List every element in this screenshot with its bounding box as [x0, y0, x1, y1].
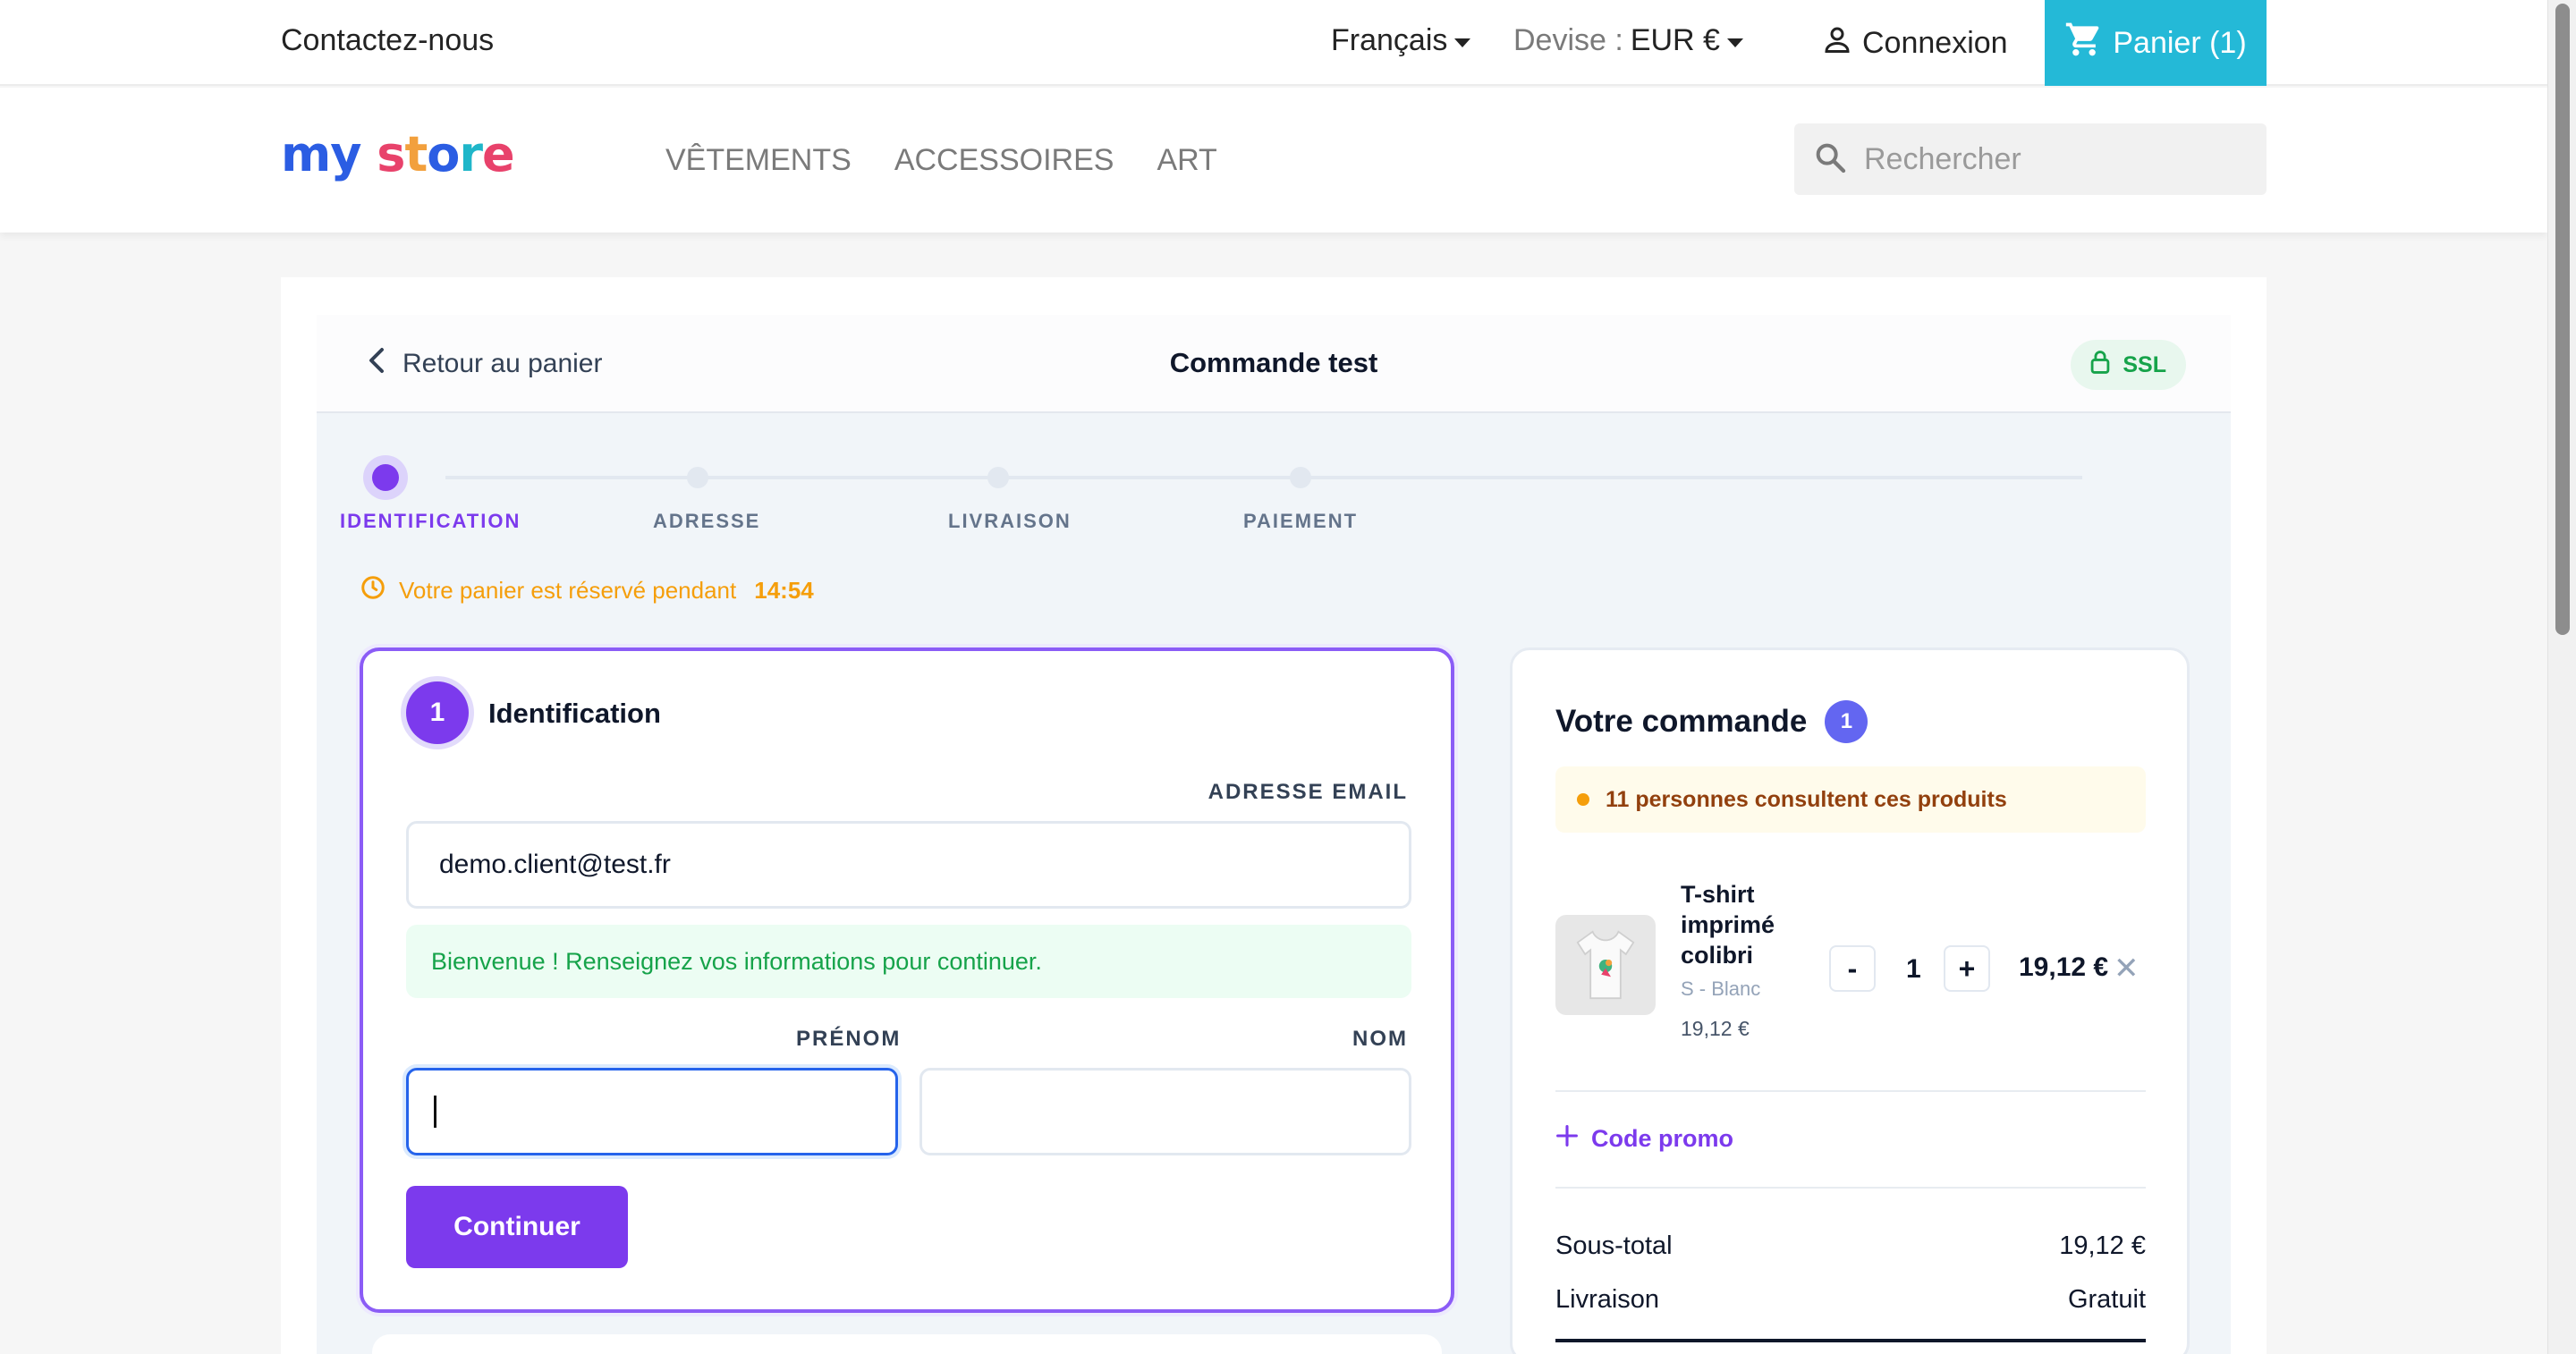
shipping-label: Livraison [1555, 1285, 1660, 1314]
subtotal-value: 19,12 € [2059, 1231, 2146, 1260]
next-section-card [372, 1334, 1442, 1354]
step-identification: IDENTIFICATION [340, 510, 521, 532]
email-field[interactable]: demo.client@test.fr [406, 821, 1411, 909]
vertical-scrollbar[interactable] [2547, 0, 2576, 1354]
close-icon[interactable]: ✕ [2114, 951, 2140, 986]
search-placeholder: Rechercher [1864, 141, 2021, 176]
firstname-field[interactable] [406, 1068, 898, 1155]
welcome-message: Bienvenue ! Renseignez vos informations … [406, 925, 1411, 998]
promo-code-link[interactable]: Code promo [1555, 1124, 1733, 1154]
product-thumbnail[interactable] [1555, 915, 1656, 1015]
caret-down-icon [1454, 38, 1471, 47]
viewers-notice: 11 personnes consultent ces produits [1555, 766, 2146, 833]
plus-icon [1555, 1124, 1579, 1154]
ssl-label: SSL [2123, 351, 2166, 377]
order-title: Votre commande 1 [1555, 700, 1868, 743]
step-dot-delivery [987, 467, 1009, 488]
quantity-increase-button[interactable]: + [1944, 945, 1990, 992]
nav-item-art[interactable]: ART [1157, 143, 1216, 178]
scrollbar-thumb[interactable] [2555, 4, 2570, 635]
search-input[interactable]: Rechercher [1794, 123, 2267, 195]
order-summary-card: Votre commande 1 11 personnes consultent… [1510, 647, 2190, 1354]
email-label: ADRESSE EMAIL [1208, 780, 1408, 804]
step-delivery: LIVRAISON [948, 510, 1072, 532]
viewers-text: 11 personnes consultent ces produits [1606, 786, 2007, 812]
line-total: 19,12 € [2019, 952, 2109, 982]
email-value: demo.client@test.fr [439, 850, 671, 879]
search-icon [1812, 140, 1848, 180]
product-name[interactable]: T-shirt imprimé colibri [1681, 879, 1815, 970]
total-divider [1555, 1339, 2146, 1342]
timer-text: Votre panier est réservé pendant [399, 577, 737, 604]
identification-title: Identification [488, 698, 661, 729]
login-link[interactable]: Connexion [1821, 23, 2008, 63]
tshirt-icon [1576, 930, 1635, 1000]
clock-icon [360, 574, 386, 607]
shipping-row: Livraison Gratuit [1555, 1285, 2146, 1315]
site-header: my store VÊTEMENTS ACCESSOIRES ART Reche… [0, 88, 2547, 233]
quantity-value: 1 [1906, 954, 1921, 984]
checkout-title: Commande test [1169, 347, 1378, 378]
order-count-badge: 1 [1825, 700, 1868, 743]
step-dot-identification [372, 464, 399, 491]
language-label: Français [1331, 23, 1448, 57]
product-variant: S - Blanc [1681, 977, 1761, 1000]
top-bar: Contactez-nous Français Devise : EUR € C… [0, 0, 2547, 86]
subtotal-row: Sous-total 19,12 € [1555, 1231, 2146, 1261]
continue-button[interactable]: Continuer [406, 1186, 628, 1268]
cart-label: Panier (1) [2113, 25, 2247, 60]
checkout-panel: Retour au panier Commande test SSL IDENT… [317, 315, 2231, 1354]
contact-link[interactable]: Contactez-nous [281, 23, 494, 58]
currency-value: EUR € [1630, 23, 1720, 57]
ssl-badge: SSL [2071, 340, 2186, 390]
cart-button[interactable]: Panier (1) [2045, 0, 2267, 86]
text-cursor [434, 1096, 436, 1128]
store-logo[interactable]: my store [281, 131, 515, 179]
dot-icon [1577, 793, 1589, 806]
step-dot-payment [1290, 467, 1311, 488]
cart-icon [2064, 20, 2104, 67]
user-icon [1821, 23, 1853, 63]
quantity-decrease-button[interactable]: - [1829, 945, 1876, 992]
currency-selector[interactable]: Devise : EUR € [1513, 23, 1743, 58]
checkout-steps: IDENTIFICATION ADRESSE LIVRAISON PAIEMEN… [317, 413, 2231, 532]
step-payment: PAIEMENT [1243, 510, 1359, 532]
order-title-text: Votre commande [1555, 704, 1808, 739]
step-dot-address [687, 467, 708, 488]
promo-label: Code promo [1591, 1125, 1733, 1152]
lock-icon [2089, 350, 2112, 381]
firstname-label: PRÉNOM [796, 1027, 902, 1051]
shipping-value: Gratuit [2067, 1285, 2146, 1314]
step-address: ADRESSE [653, 510, 761, 532]
divider [1555, 1187, 2146, 1189]
checkout-header: Retour au panier Commande test SSL [317, 315, 2231, 413]
timer-value: 14:54 [754, 577, 814, 604]
nav-item-accessories[interactable]: ACCESSOIRES [894, 143, 1114, 178]
cart-timer: Votre panier est réservé pendant 14:54 [360, 574, 814, 607]
currency-label: Devise : [1513, 23, 1623, 57]
nav-item-clothes[interactable]: VÊTEMENTS [665, 143, 852, 178]
step-number-badge: 1 [406, 681, 469, 744]
product-unit-price: 19,12 € [1681, 1017, 1750, 1040]
page: Contactez-nous Français Devise : EUR € C… [0, 0, 2547, 1354]
identification-card: 1 Identification ADRESSE EMAIL demo.clie… [360, 647, 1454, 1313]
main-container: Retour au panier Commande test SSL IDENT… [281, 277, 2267, 1354]
login-label: Connexion [1862, 26, 2008, 60]
lastname-field[interactable] [919, 1068, 1411, 1155]
divider [1555, 1090, 2146, 1092]
subtotal-label: Sous-total [1555, 1231, 1673, 1260]
caret-down-icon [1726, 38, 1743, 47]
lastname-label: NOM [1352, 1027, 1408, 1051]
language-selector[interactable]: Français [1331, 23, 1471, 58]
main-nav: VÊTEMENTS ACCESSOIRES ART [665, 143, 1217, 178]
